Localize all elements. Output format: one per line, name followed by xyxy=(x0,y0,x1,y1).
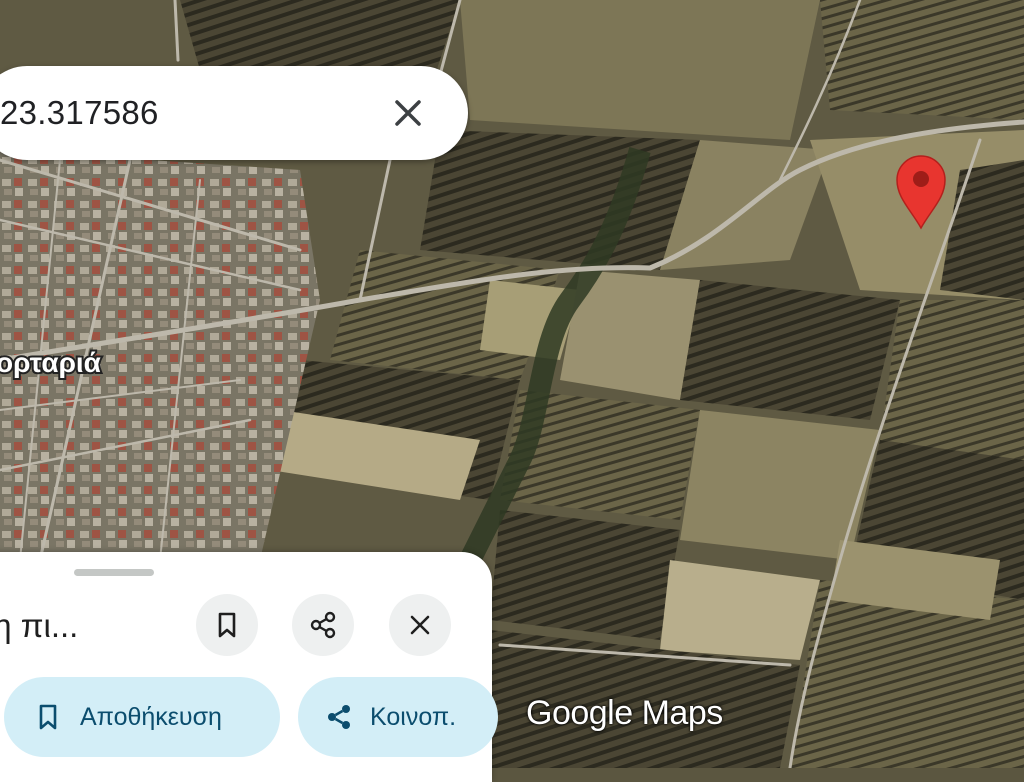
place-title: ένη πι... xyxy=(0,607,79,644)
google-maps-watermark: Google Maps xyxy=(526,694,723,732)
close-icon xyxy=(395,100,421,126)
drag-handle[interactable] xyxy=(74,569,154,576)
clear-search-button[interactable] xyxy=(378,83,438,143)
save-button[interactable]: Αποθήκευση xyxy=(4,677,280,757)
share-icon xyxy=(328,705,350,729)
bookmark-button[interactable] xyxy=(196,594,258,656)
town-label[interactable]: ορταριά xyxy=(0,345,103,380)
search-input[interactable]: 23.317586 xyxy=(0,66,159,160)
close-sheet-button[interactable] xyxy=(389,594,451,656)
share-button-label: Κοινοπ. xyxy=(370,702,457,731)
close-icon xyxy=(410,615,430,635)
bookmark-icon xyxy=(218,612,236,638)
search-bar[interactable]: 23.317586 xyxy=(0,66,468,160)
save-button-label: Αποθήκευση xyxy=(80,702,222,731)
place-bottom-sheet[interactable]: ένη πι... Αποθήκευση Κοινοπ. xyxy=(0,552,498,782)
share-pill-button[interactable]: Κοινοπ. xyxy=(298,677,498,757)
share-icon xyxy=(310,611,336,639)
share-button[interactable] xyxy=(292,594,354,656)
bookmark-icon xyxy=(39,704,57,730)
